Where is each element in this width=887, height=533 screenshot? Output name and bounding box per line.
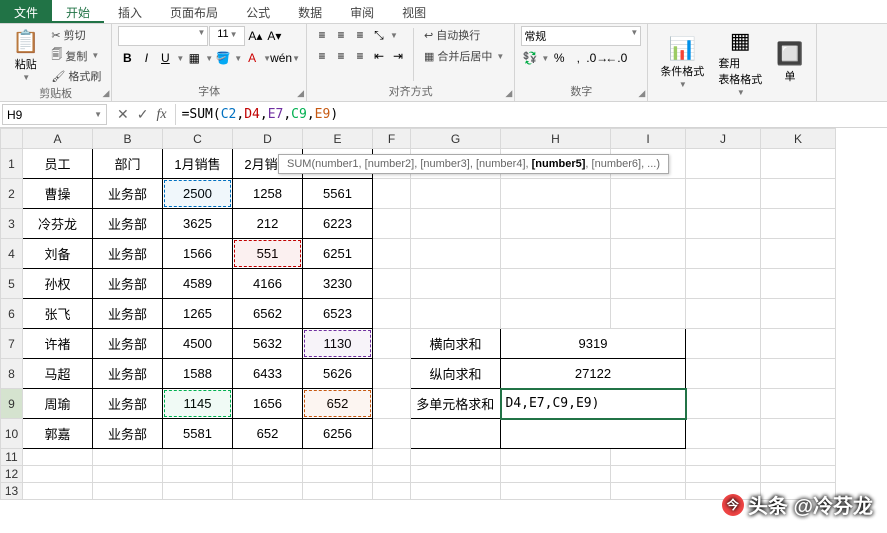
col-header[interactable]: A [23,129,93,149]
paste-icon: 📋 [12,29,39,55]
enter-icon[interactable]: ✓ [137,106,149,123]
conditional-format-icon: 📊 [669,36,696,62]
table-row: 9 周瑜业务部 1145 1656 652 多单元格求和 D4,E7,C9,E9… [1,389,836,419]
tab-view[interactable]: 视图 [388,0,440,23]
table-format-button[interactable]: ▦ 套用 表格格式▼ [712,26,768,99]
tab-data[interactable]: 数据 [284,0,336,23]
worksheet: A B C D E F G H I J K 1 员工 部门 1月销售 2月销售 … [0,128,887,500]
cell-styles-button[interactable]: 🔲 单 [770,26,809,99]
table-row: 11 [1,449,836,466]
tab-formula[interactable]: 公式 [232,0,284,23]
cancel-icon[interactable]: ✕ [117,106,129,123]
merge-icon: ▦ [424,50,434,63]
cut-icon: ✂ [51,29,60,42]
tab-review[interactable]: 审阅 [336,0,388,23]
group-label: 剪贴板 [6,85,105,102]
formula-tooltip: SUM(number1, [number2], [number3], [numb… [278,154,669,174]
table-row: 3 冷芬龙业务部 36252126223 [1,209,836,239]
ribbon: 📋 粘贴 ▼ ✂剪切 🗐复制▼ 🖌格式刷 剪贴板 ◢ ▼ 11▼ A▴ A▾ B [0,24,887,102]
chevron-down-icon: ▼ [22,73,30,82]
col-header[interactable]: D [233,129,303,149]
italic-button[interactable]: I [137,49,155,67]
align-right-icon[interactable]: ≡ [351,47,369,65]
table-row: 8 马超业务部 158864335626 纵向求和 27122 [1,359,836,389]
increase-decimal-icon[interactable]: .0→ [588,49,606,67]
comma-icon[interactable]: , [569,49,587,67]
watermark-icon: 今 [722,494,744,516]
shrink-font-icon[interactable]: A▾ [265,27,283,45]
fill-color-button[interactable]: 🪣 [214,49,232,67]
dialog-launcher-icon[interactable]: ◢ [297,88,304,99]
font-name-select[interactable]: ▼ [118,26,208,46]
table-row: 7 许褚业务部 45005632 1130 横向求和 9319 [1,329,836,359]
active-cell[interactable]: D4,E7,C9,E9) [501,389,686,419]
copy-icon: 🗐 [51,46,62,65]
table-row: 5 孙权业务部 458941663230 [1,269,836,299]
tab-layout[interactable]: 页面布局 [156,0,232,23]
col-header[interactable]: I [611,129,686,149]
fx-icon[interactable]: fx [156,107,166,123]
number-format-select[interactable]: 常规▼ [521,26,641,46]
indent-decrease-icon[interactable]: ⇤ [370,47,388,65]
group-font: ▼ 11▼ A▴ A▾ B I U▼ ▦▼ 🪣▼ A▼ wén▼ 字体 ◢ [112,24,307,101]
table-row: 13 [1,483,836,500]
table-format-icon: ▦ [730,28,751,54]
cut-button[interactable]: ✂剪切 [47,26,105,44]
dialog-launcher-icon[interactable]: ◢ [505,88,512,99]
cell-styles-icon: 🔲 [776,41,803,67]
align-bottom-icon[interactable]: ≡ [351,26,369,44]
orientation-icon[interactable]: ⤡ [370,26,388,44]
format-painter-button[interactable]: 🖌格式刷 [47,67,105,85]
grid[interactable]: A B C D E F G H I J K 1 员工 部门 1月销售 2月销售 … [0,128,836,500]
align-left-icon[interactable]: ≡ [313,47,331,65]
col-header[interactable]: F [373,129,411,149]
col-header[interactable]: J [686,129,761,149]
col-header[interactable]: C [163,129,233,149]
wrap-text-button[interactable]: ↩自动换行 [420,26,508,44]
tab-insert[interactable]: 插入 [104,0,156,23]
dialog-launcher-icon[interactable]: ◢ [102,88,109,99]
group-number: 常规▼ 💱▼ % , .0→ ←.0 数字 ◢ [515,24,648,101]
percent-icon[interactable]: % [550,49,568,67]
tab-home[interactable]: 开始 [52,0,104,23]
group-styles: 📊 条件格式▼ ▦ 套用 表格格式▼ 🔲 单 [648,24,816,101]
border-button[interactable]: ▦ [185,49,203,67]
name-box[interactable]: H9▼ [2,104,107,125]
select-all-corner[interactable] [1,129,23,149]
col-header[interactable]: G [411,129,501,149]
copy-button[interactable]: 🗐复制▼ [47,45,105,66]
table-row: 10 郭嘉业务部 55816526256 [1,419,836,449]
align-center-icon[interactable]: ≡ [332,47,350,65]
grow-font-icon[interactable]: A▴ [246,27,264,45]
align-middle-icon[interactable]: ≡ [332,26,350,44]
col-header[interactable]: B [93,129,163,149]
paste-button[interactable]: 📋 粘贴 ▼ [6,26,45,85]
merge-center-button[interactable]: ▦合并后居中▼ [420,47,508,65]
col-header[interactable]: K [761,129,836,149]
tab-file[interactable]: 文件 [0,0,52,23]
decrease-decimal-icon[interactable]: ←.0 [607,49,625,67]
align-top-icon[interactable]: ≡ [313,26,331,44]
font-size-select[interactable]: 11▼ [209,26,245,46]
wrap-icon: ↩ [424,29,433,42]
indent-increase-icon[interactable]: ⇥ [389,47,407,65]
watermark: 今 头条 @冷芬龙 [722,490,873,519]
table-row: 6 张飞业务部 126565626523 [1,299,836,329]
brush-icon: 🖌 [51,70,65,83]
table-row: 12 [1,466,836,483]
group-clipboard: 📋 粘贴 ▼ ✂剪切 🗐复制▼ 🖌格式刷 剪贴板 ◢ [0,24,112,101]
dialog-launcher-icon[interactable]: ◢ [638,88,645,99]
currency-icon[interactable]: 💱 [521,49,539,67]
col-header[interactable]: E [303,129,373,149]
conditional-format-button[interactable]: 📊 条件格式▼ [654,26,710,99]
font-color-button[interactable]: A [243,49,261,67]
col-header[interactable]: H [501,129,611,149]
underline-button[interactable]: U [156,49,174,67]
phonetic-button[interactable]: wén [272,49,290,67]
table-row: 2 曹操业务部 2500 12585561 [1,179,836,209]
group-align: ≡ ≡ ≡ ⤡▼ ≡ ≡ ≡ ⇤ ⇥ ↩自动换行 ▦合并后居中▼ 对齐方式 [307,24,515,101]
menu-tabs: 文件 开始 插入 页面布局 公式 数据 审阅 视图 [0,0,887,24]
table-row: 4 刘备业务部 1566 551 6251 [1,239,836,269]
bold-button[interactable]: B [118,49,136,67]
